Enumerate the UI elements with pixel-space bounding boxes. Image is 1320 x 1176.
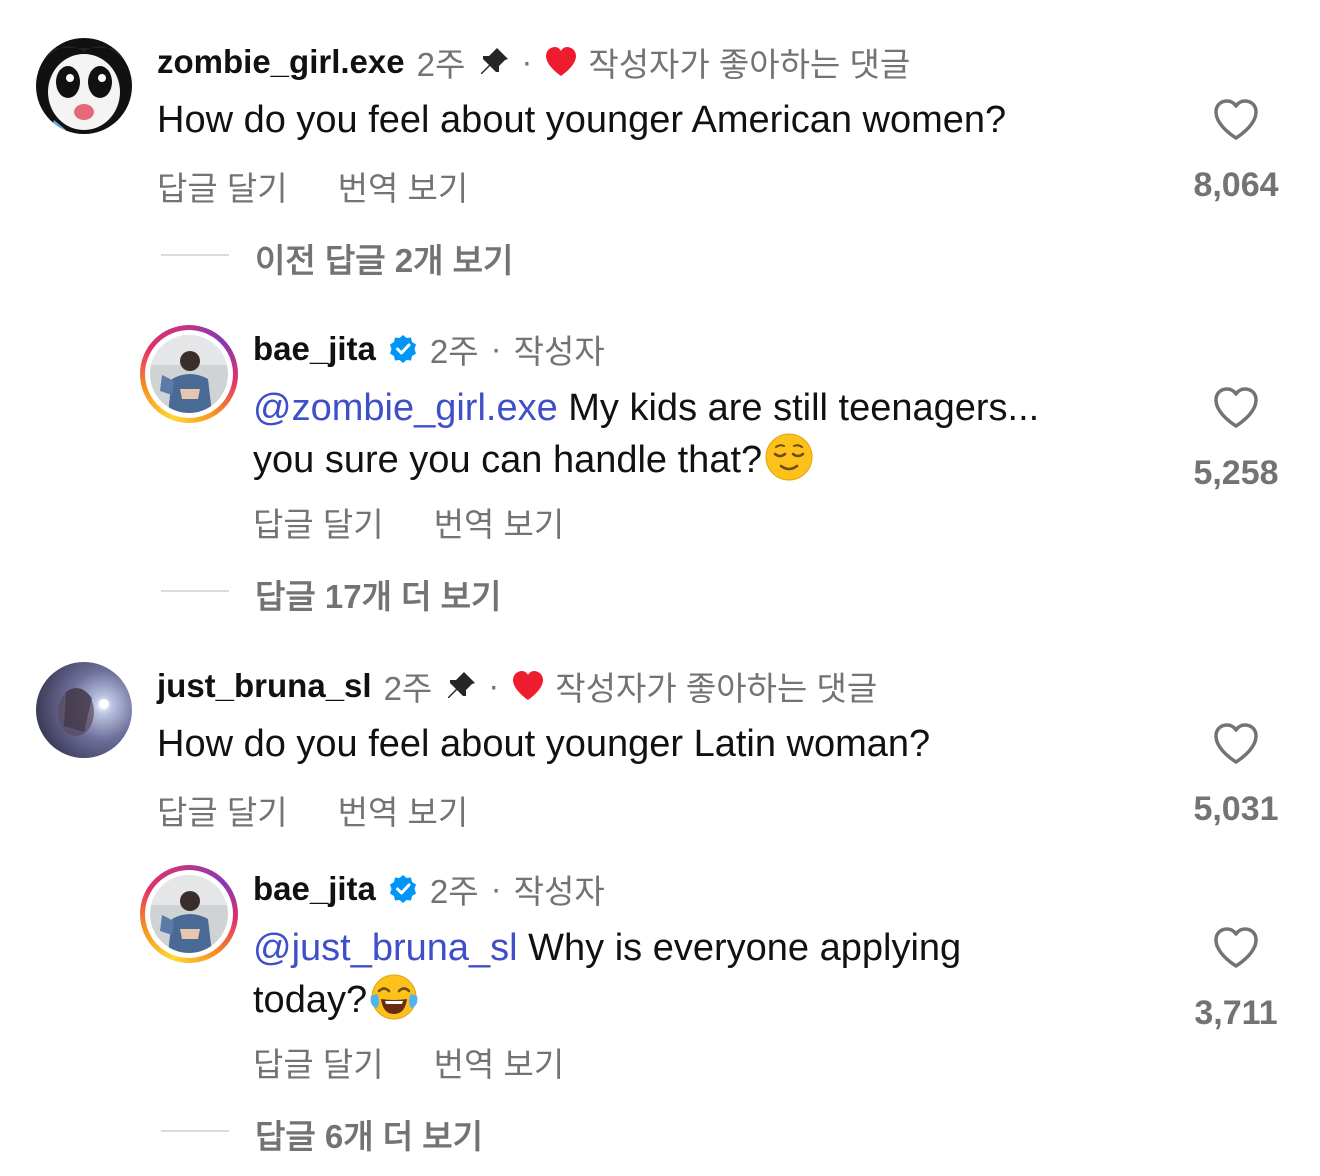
comment-actions: 답글 달기 번역 보기 [157,786,518,834]
author-label: 작성자 [513,873,605,910]
reply-meta: bae_jita 2주 · 작성자 [253,867,605,911]
like-heart-icon[interactable] [1212,722,1260,766]
view-more-replies-link[interactable]: 답글 6개 더 보기 [255,1110,483,1158]
translate-button[interactable]: 번역 보기 [434,1038,565,1086]
verified-badge-icon [388,334,418,364]
translate-button[interactable]: 번역 보기 [338,162,469,210]
reply-text-line2: today? [253,979,368,1021]
timestamp: 2주 [416,46,466,83]
username[interactable]: bae_jita [253,330,376,368]
comment-text: How do you feel about younger American w… [157,99,1007,141]
reply-button[interactable]: 답글 달기 [253,1038,384,1086]
reply-actions: 답글 달기 번역 보기 [253,498,614,546]
avatar [150,335,228,413]
reply-text-line1: Why is everyone applying [517,927,962,969]
like-heart-icon[interactable] [1212,386,1260,430]
timestamp: 2주 [429,333,479,370]
like-count: 8,064 [1193,166,1279,204]
timestamp: 2주 [429,873,479,910]
reply-text-line2-wrap: you sure you can handle that? [253,432,814,484]
thread-divider [161,590,229,592]
like-count: 5,258 [1193,454,1279,492]
comment-actions: 답글 달기 번역 보기 [157,162,518,210]
avatar[interactable] [36,662,132,758]
reply-text-line2-wrap: today? [253,972,419,1024]
author-liked-label: 작성자가 좋아하는 댓글 [555,670,878,707]
separator: · [488,667,500,704]
translate-button[interactable]: 번역 보기 [434,498,565,546]
avatar [150,875,228,953]
translate-button[interactable]: 번역 보기 [338,786,469,834]
pin-icon [477,45,511,79]
heart-filled-icon [511,670,545,702]
like-count: 3,711 [1194,994,1278,1032]
pin-icon [444,669,478,703]
thread-divider [161,254,229,256]
avatar-story-ring[interactable] [140,325,238,423]
reply-text: @zombie_girl.exe My kids are still teena… [253,384,1039,432]
username[interactable]: just_bruna_sl [157,667,372,705]
verified-badge-icon [388,874,418,904]
separator: · [521,43,533,80]
like-count: 5,031 [1193,790,1279,828]
reply-button[interactable]: 답글 달기 [157,786,288,834]
comment-meta: zombie_girl.exe 2주 · 작성자가 좋아하는 댓글 [157,40,910,84]
author-liked-label: 작성자가 좋아하는 댓글 [588,46,911,83]
like-heart-icon[interactable] [1212,98,1260,142]
like-heart-icon[interactable] [1212,926,1260,970]
reply-meta: bae_jita 2주 · 작성자 [253,327,605,371]
username[interactable]: zombie_girl.exe [157,43,405,81]
face-with-tears-of-joy-icon [369,972,419,1022]
view-previous-replies-link[interactable]: 이전 답글 2개 보기 [255,234,513,282]
separator: · [490,870,502,907]
heart-filled-icon [544,46,578,78]
separator: · [490,330,502,367]
mention-link[interactable]: @zombie_girl.exe [253,387,558,429]
reply-text-line1: My kids are still teenagers... [557,387,1040,429]
view-more-replies-link[interactable]: 답글 17개 더 보기 [255,570,501,618]
author-label: 작성자 [513,333,605,370]
comment-meta: just_bruna_sl 2주 · 작성자가 좋아하는 댓글 [157,664,877,708]
mention-link[interactable]: @just_bruna_sl [253,927,518,969]
avatar[interactable] [36,38,132,134]
reply-text-line2: you sure you can handle that? [253,439,763,481]
thread-divider [161,1130,229,1132]
timestamp: 2주 [383,670,433,707]
reply-button[interactable]: 답글 달기 [253,498,384,546]
reply-actions: 답글 달기 번역 보기 [253,1038,614,1086]
username[interactable]: bae_jita [253,870,376,908]
relieved-face-icon [764,432,814,482]
reply-button[interactable]: 답글 달기 [157,162,288,210]
reply-text: @just_bruna_sl Why is everyone applying [253,924,961,972]
comment-text: How do you feel about younger Latin woma… [157,723,931,765]
avatar-story-ring[interactable] [140,865,238,963]
